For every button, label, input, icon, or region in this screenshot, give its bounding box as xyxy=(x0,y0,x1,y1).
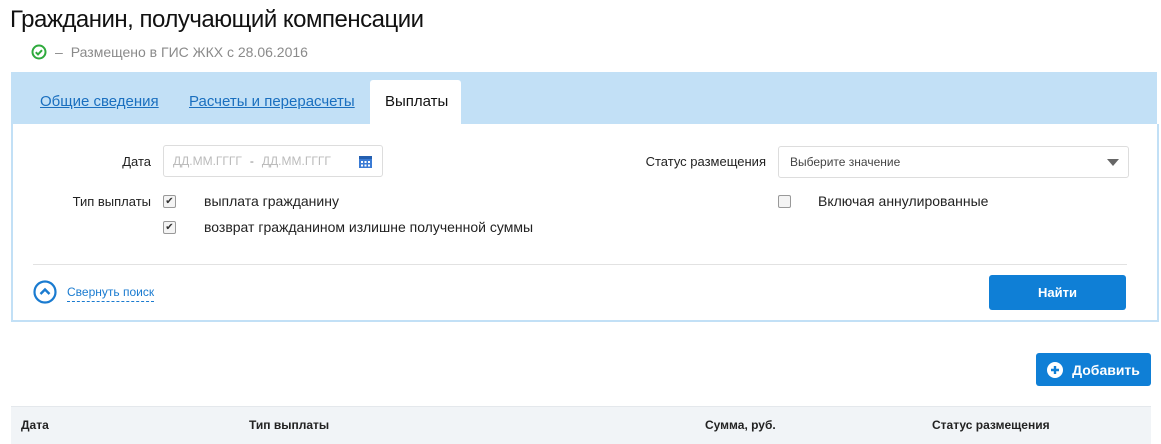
payment-type-checkbox-2[interactable]: ✔ xyxy=(163,221,176,234)
tab-calculations[interactable]: Расчеты и перерасчеты xyxy=(189,80,355,124)
date-separator: - xyxy=(249,154,254,168)
status-dash: – xyxy=(55,44,63,60)
plus-circle-icon xyxy=(1047,361,1064,378)
date-from-input[interactable]: ДД.ММ.ГГГГ xyxy=(173,154,242,168)
status-text: Размещено в ГИС ЖКХ с 28.06.2016 xyxy=(70,44,308,60)
column-header-date[interactable]: Дата xyxy=(21,418,49,432)
date-range-input[interactable]: ДД.ММ.ГГГГ - ДД.ММ.ГГГГ xyxy=(163,145,383,177)
tab-payments[interactable]: Выплаты xyxy=(370,80,461,124)
column-header-amount[interactable]: Сумма, руб. xyxy=(705,418,776,432)
column-header-status[interactable]: Статус размещения xyxy=(932,418,1050,432)
status-label: Статус размещения xyxy=(645,154,766,169)
add-button[interactable]: Добавить xyxy=(1036,353,1151,386)
collapse-search-link[interactable]: Свернуть поиск xyxy=(67,285,155,302)
date-to-input[interactable]: ДД.ММ.ГГГГ xyxy=(262,154,331,168)
date-label: Дата xyxy=(122,154,151,169)
payment-type-label: Тип выплаты xyxy=(72,194,151,209)
page-title: Гражданин, получающий компенсации xyxy=(10,6,424,33)
status-select[interactable]: Выберите значение xyxy=(778,146,1129,178)
divider xyxy=(33,264,1127,265)
payment-type-option-2: возврат гражданином излишне полученной с… xyxy=(204,219,534,235)
tab-general[interactable]: Общие сведения xyxy=(40,80,159,124)
tab-bar: Общие сведения Расчеты и перерасчеты Вып… xyxy=(11,72,1157,124)
calendar-icon[interactable] xyxy=(358,154,373,169)
chevron-down-icon xyxy=(1107,159,1119,166)
column-header-payment-type[interactable]: Тип выплаты xyxy=(249,418,329,432)
payment-type-option-1: выплата гражданину xyxy=(204,193,339,209)
include-cancelled-checkbox[interactable] xyxy=(778,195,791,208)
include-cancelled-label: Включая аннулированные xyxy=(818,193,989,209)
status-select-value: Выберите значение xyxy=(790,155,901,169)
add-button-label: Добавить xyxy=(1072,361,1140,378)
chevron-up-circle-icon[interactable] xyxy=(33,280,57,304)
payment-type-checkbox-1[interactable]: ✔ xyxy=(163,195,176,208)
placement-status: – Размещено в ГИС ЖКХ с 28.06.2016 xyxy=(31,44,308,60)
search-button[interactable]: Найти xyxy=(989,275,1126,310)
check-circle-icon xyxy=(31,44,47,60)
